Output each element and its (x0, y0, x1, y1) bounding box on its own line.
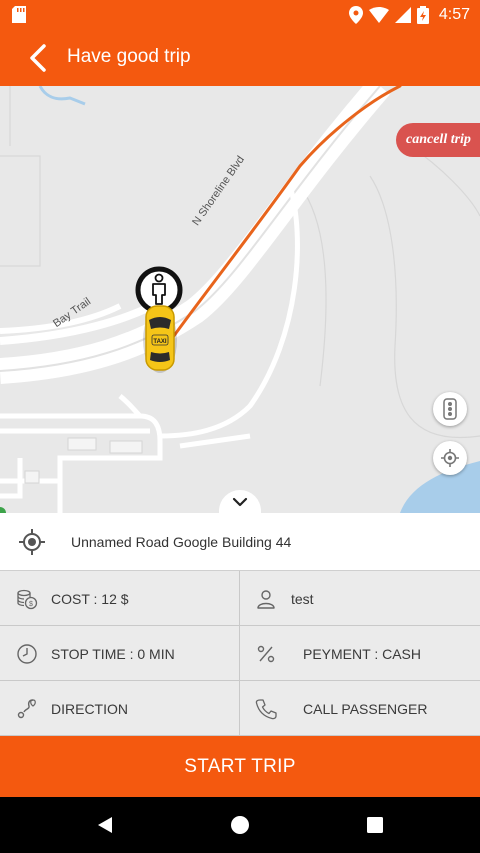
route-icon (17, 699, 36, 719)
recents-square-icon[interactable] (365, 815, 385, 835)
traffic-light-icon (443, 398, 457, 420)
crosshair-icon (441, 449, 459, 467)
chevron-down-icon (232, 497, 248, 507)
taxi-car-icon: TAXI (143, 305, 177, 373)
cell-signal-icon (394, 7, 411, 23)
taxi-sign: TAXI (153, 339, 167, 345)
location-icon (348, 6, 363, 24)
target-location-icon (19, 529, 45, 555)
pickup-address-row: Unnamed Road Google Building 44 (0, 513, 480, 571)
percent-icon (257, 645, 275, 663)
clock: 4:57 (438, 6, 470, 23)
app-bar: Have good trip (0, 30, 480, 86)
back-arrow-icon[interactable] (24, 42, 56, 74)
page-title: Have good trip (67, 46, 191, 67)
direction-label: DIRECTION (51, 701, 128, 717)
person-icon (257, 590, 275, 609)
home-circle-icon[interactable] (230, 815, 250, 835)
trip-details-grid: $ COST : 12 $ test STOP TIME : 0 MIN PEY… (0, 571, 480, 736)
coins-icon: $ (17, 589, 38, 610)
wifi-icon (368, 7, 389, 23)
my-location-button[interactable] (433, 441, 467, 475)
sd-card-icon (12, 6, 26, 23)
call-passenger-label: CALL PASSENGER (303, 701, 428, 717)
passenger-name: test (291, 591, 314, 607)
status-bar: 4:57 (0, 0, 480, 30)
battery-icon (416, 6, 429, 24)
payment-label: PEYMENT : CASH (303, 646, 421, 662)
start-trip-button[interactable]: START TRIP (0, 736, 480, 797)
map-view[interactable]: N Shoreline Blvd Bay Trail TAXI cancell … (0, 86, 480, 513)
system-nav-bar (0, 797, 480, 853)
phone-icon (255, 699, 277, 720)
stop-time-label: STOP TIME : 0 MIN (51, 646, 175, 662)
back-triangle-icon[interactable] (95, 815, 115, 835)
cost-cell: $ COST : 12 $ (0, 571, 239, 626)
stop-time-cell: STOP TIME : 0 MIN (0, 626, 239, 681)
pickup-address: Unnamed Road Google Building 44 (71, 534, 292, 550)
payment-cell: PEYMENT : CASH (240, 626, 480, 681)
clock-icon (17, 644, 37, 664)
direction-cell[interactable]: DIRECTION (0, 681, 239, 736)
traffic-toggle-button[interactable] (433, 392, 467, 426)
passenger-cell: test (240, 571, 480, 626)
call-passenger-cell[interactable]: CALL PASSENGER (240, 681, 480, 736)
svg-text:$: $ (29, 601, 33, 608)
cost-label: COST : 12 $ (51, 591, 129, 607)
cancel-trip-button[interactable]: cancell trip (396, 123, 480, 157)
